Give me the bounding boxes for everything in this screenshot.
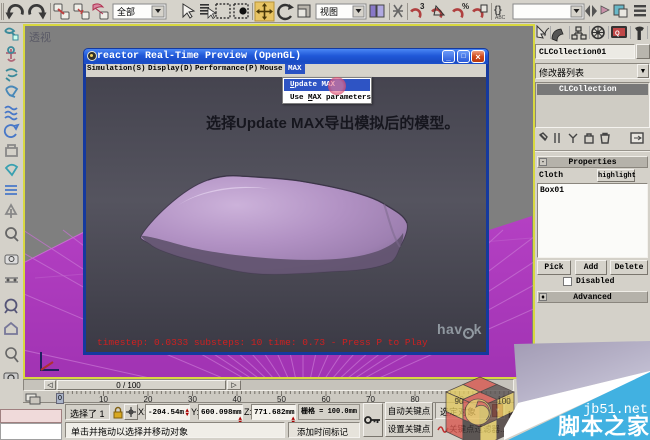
svg-text:ABC: ABC	[495, 15, 506, 21]
svg-text:40: 40	[233, 395, 242, 404]
svg-text:Q: Q	[615, 31, 620, 37]
svg-text:10: 10	[99, 395, 108, 404]
svg-text:30: 30	[188, 395, 197, 404]
svg-text:视图: 视图	[320, 6, 338, 17]
svg-text:%: %	[462, 2, 469, 11]
svg-text:60: 60	[322, 395, 331, 404]
svg-text:50: 50	[277, 395, 286, 404]
svg-text:20: 20	[144, 395, 153, 404]
svg-text:全部: 全部	[117, 6, 135, 17]
svg-text:3: 3	[420, 2, 425, 11]
